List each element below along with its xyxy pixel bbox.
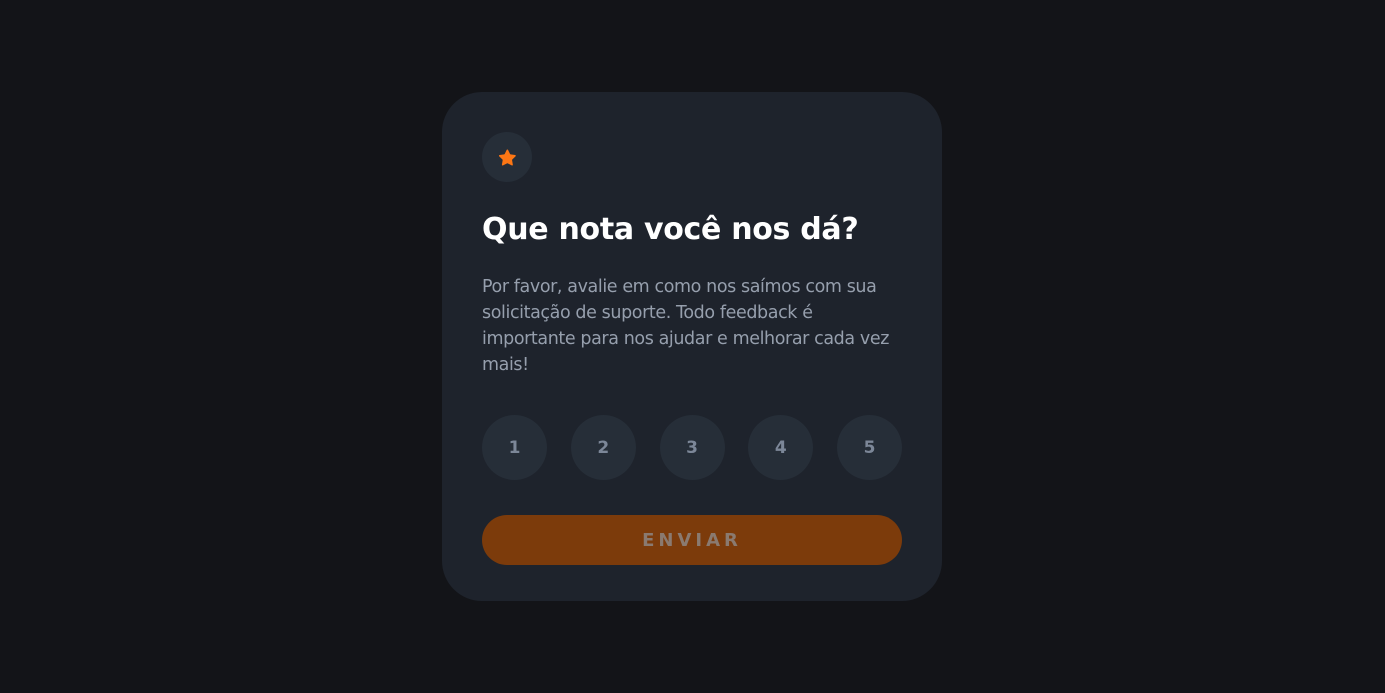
card-title: Que nota você nos dá?	[482, 212, 859, 247]
rating-options: 1 2 3 4 5	[482, 415, 902, 480]
rating-button-5[interactable]: 5	[837, 415, 902, 480]
rating-card: Que nota você nos dá? Por favor, avalie …	[442, 92, 942, 601]
rating-button-3[interactable]: 3	[659, 415, 725, 480]
card-description: Por favor, avalie em como nos saímos com…	[482, 277, 889, 375]
rating-button-4[interactable]: 4	[748, 415, 814, 480]
star-icon-badge	[482, 132, 532, 182]
star-icon	[498, 148, 516, 165]
rating-button-1[interactable]: 1	[482, 415, 547, 480]
submit-button[interactable]: ENVIAR	[482, 515, 902, 565]
rating-button-2[interactable]: 2	[570, 415, 636, 480]
